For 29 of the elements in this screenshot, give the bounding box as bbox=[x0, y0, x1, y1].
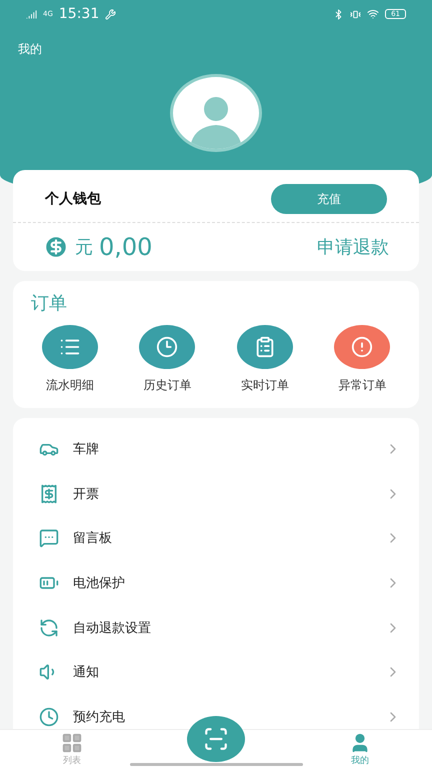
chat-icon bbox=[39, 528, 59, 548]
bluetooth-icon bbox=[333, 8, 344, 20]
order-label: 历史订单 bbox=[143, 377, 192, 394]
order-label: 实时订单 bbox=[240, 377, 289, 394]
scan-icon bbox=[203, 726, 229, 752]
clock-icon bbox=[156, 336, 178, 358]
currency-label: 元 bbox=[75, 236, 93, 259]
menu-item[interactable]: 车牌 bbox=[13, 427, 419, 472]
order-label: 异常订单 bbox=[338, 377, 386, 394]
grid-icon bbox=[61, 732, 83, 754]
menu-item[interactable]: 留言板 bbox=[13, 516, 419, 561]
order-label: 流水明细 bbox=[46, 377, 94, 394]
balance-amount: 0,00 bbox=[99, 233, 152, 261]
menu-item[interactable]: 通知 bbox=[13, 650, 419, 695]
clock-icon bbox=[39, 706, 59, 727]
signal-icon bbox=[26, 8, 37, 20]
refresh-icon bbox=[39, 618, 59, 638]
menu-item[interactable]: 开票 bbox=[13, 472, 419, 516]
menu-item[interactable]: 自动退款设置 bbox=[13, 605, 419, 650]
menu-item[interactable]: 预约充电 bbox=[13, 694, 419, 729]
receipt-icon bbox=[39, 484, 59, 504]
wrench-icon bbox=[105, 8, 116, 20]
vibrate-icon bbox=[350, 8, 362, 20]
status-time: 15:31 bbox=[58, 6, 100, 22]
orders-title: 订单 bbox=[30, 292, 68, 315]
alert-icon bbox=[351, 336, 374, 358]
menu-item[interactable]: 电池保护 bbox=[13, 560, 419, 606]
wallet-title: 个人钱包 bbox=[45, 190, 101, 208]
page-title: 我的 bbox=[17, 41, 43, 58]
